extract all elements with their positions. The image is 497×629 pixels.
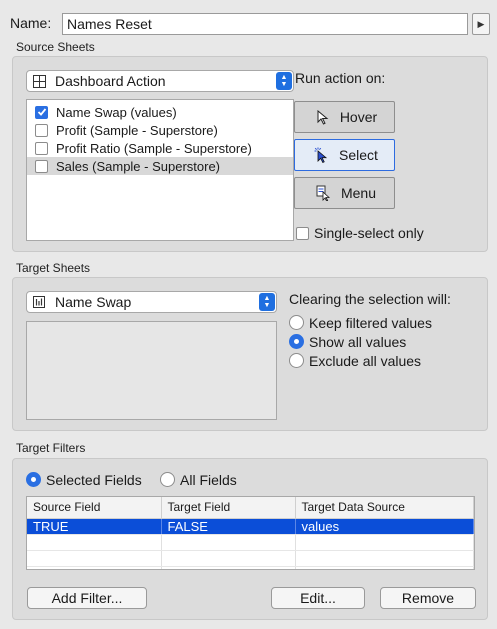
source-sheet-dropdown-value: Dashboard Action (55, 73, 166, 89)
checkbox[interactable] (35, 159, 48, 173)
selected-fields-option[interactable]: Selected Fields (26, 470, 142, 489)
source-sheets-group: Dashboard Action ▲ ▼ Name Swap (values) P… (12, 56, 488, 252)
source-sheet-list: Name Swap (values) Profit (Sample - Supe… (26, 99, 294, 241)
hover-button[interactable]: Hover (294, 101, 395, 133)
table-cell: TRUE (27, 518, 162, 535)
table-row[interactable] (27, 550, 474, 567)
checkbox[interactable] (35, 105, 48, 119)
column-header-target-data-source[interactable]: Target Data Source (295, 497, 474, 519)
run-action-label: Run action on: (295, 70, 386, 86)
radio-button[interactable] (289, 334, 304, 349)
name-field[interactable]: Names Reset (62, 13, 468, 35)
dropdown-chevron-icon: ▲ ▼ (276, 72, 292, 90)
table-row[interactable] (27, 566, 474, 569)
table-row[interactable] (27, 534, 474, 551)
all-fields-option[interactable]: All Fields (160, 470, 237, 489)
check-icon (37, 108, 46, 116)
clearing-label: Clearing the selection will: (289, 291, 451, 307)
dropdown-chevron-icon: ▲ ▼ (259, 293, 275, 311)
remove-button[interactable]: Remove (380, 587, 476, 609)
select-button[interactable]: Select (294, 139, 395, 171)
filters-table: Source Field Target Field Target Data So… (26, 496, 475, 570)
radio-button[interactable] (160, 472, 175, 487)
checkbox[interactable] (35, 141, 48, 155)
name-label: Name: (10, 15, 52, 31)
play-arrow-icon: ▶ (477, 18, 485, 29)
keep-filtered-option[interactable]: Keep filtered values (289, 313, 432, 332)
worksheet-icon (33, 296, 49, 308)
column-header-target-field[interactable]: Target Field (161, 497, 296, 519)
table-cell: values (295, 518, 474, 535)
dashboard-icon (33, 74, 49, 88)
table-cell: FALSE (161, 518, 296, 535)
show-all-option[interactable]: Show all values (289, 332, 432, 351)
list-item[interactable]: Profit Ratio (Sample - Superstore) (27, 139, 293, 157)
target-filters-heading: Target Filters (16, 441, 86, 455)
sheet-label: Profit Ratio (Sample - Superstore) (56, 140, 252, 156)
sheet-label: Profit (Sample - Superstore) (56, 122, 218, 138)
clearing-options: Keep filtered values Show all values Exc… (289, 313, 432, 370)
cursor-arrow-icon (312, 109, 334, 125)
source-sheets-heading: Source Sheets (16, 40, 95, 54)
list-item[interactable]: Sales (Sample - Superstore) (27, 157, 293, 175)
radio-button[interactable] (289, 315, 304, 330)
name-insert-button[interactable]: ▶ (472, 13, 490, 35)
menu-cursor-icon (313, 185, 335, 201)
single-select-checkbox[interactable] (296, 226, 309, 240)
target-sheet-list (26, 321, 277, 420)
click-cursor-icon (311, 147, 333, 163)
menu-button[interactable]: Menu (294, 177, 395, 209)
sheet-label: Name Swap (values) (56, 104, 177, 120)
target-sheets-group: Name Swap ▲ ▼ Clearing the selection will… (12, 277, 488, 431)
checkbox[interactable] (35, 123, 48, 137)
edit-button[interactable]: Edit... (271, 587, 365, 609)
radio-button[interactable] (26, 472, 41, 487)
radio-button[interactable] (289, 353, 304, 368)
target-filters-group: Selected Fields All Fields Source Field … (12, 458, 488, 620)
list-item[interactable]: Name Swap (values) (27, 103, 293, 121)
column-header-source-field[interactable]: Source Field (27, 497, 162, 519)
sheet-label: Sales (Sample - Superstore) (56, 158, 221, 174)
target-sheet-dropdown-value: Name Swap (55, 294, 132, 310)
exclude-all-option[interactable]: Exclude all values (289, 351, 432, 370)
source-sheet-dropdown[interactable]: Dashboard Action ▲ ▼ (26, 70, 294, 92)
table-row[interactable]: TRUE FALSE values (27, 518, 474, 535)
add-filter-button[interactable]: Add Filter... (27, 587, 147, 609)
target-sheet-dropdown[interactable]: Name Swap ▲ ▼ (26, 291, 277, 313)
single-select-option[interactable]: Single-select only (296, 225, 424, 241)
list-item[interactable]: Profit (Sample - Superstore) (27, 121, 293, 139)
target-sheets-heading: Target Sheets (16, 261, 91, 275)
